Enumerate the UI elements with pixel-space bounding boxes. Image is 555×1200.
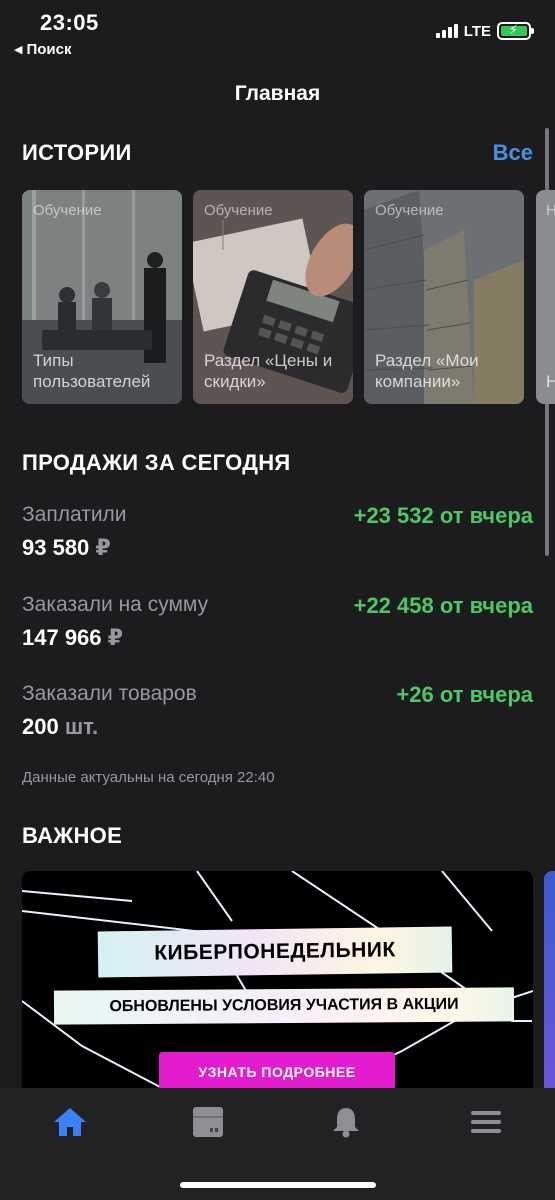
back-link-label: Поиск [26, 41, 72, 58]
charging-icon: ⚡ [509, 22, 519, 37]
currency-symbol: ₽ [95, 535, 111, 560]
metric-delta: +26 от вчера [396, 682, 533, 707]
status-time: 23:05 [40, 10, 99, 35]
home-indicator [180, 1182, 376, 1188]
metric-amount: 200 [22, 714, 59, 739]
metric-delta: +23 532 от вчера [353, 503, 533, 528]
story-tag: Н [546, 202, 555, 219]
story-caption: Раздел «Цены и скидки» [204, 351, 333, 391]
metric-delta: +22 458 от вчера [353, 593, 533, 618]
signal-icon [435, 24, 458, 38]
promo-banner[interactable]: КИБЕРПОНЕДЕЛЬНИК ОБНОВЛЕНЫ УСЛОВИЯ УЧАСТ… [22, 871, 533, 1088]
box-icon [193, 1107, 223, 1137]
story-tag: Обучение [375, 202, 444, 219]
metric-value: 147 966 ₽ [22, 625, 123, 651]
tab-home[interactable] [50, 1104, 90, 1140]
unit-label: шт. [64, 714, 99, 739]
learn-more-button[interactable]: УЗНАТЬ ПОДРОБНЕЕ [159, 1052, 395, 1088]
metric-value: 200 шт. [22, 714, 98, 740]
metric-amount: 93 580 [22, 535, 90, 560]
story-tag: Обучение [204, 202, 273, 219]
story-card[interactable]: Обучение Раздел «Цены и скидки» [193, 190, 353, 404]
important-heading: ВАЖНОЕ [22, 823, 123, 848]
tab-menu[interactable] [466, 1104, 506, 1140]
stories-carousel[interactable]: Обучение Типы пользователей Обучение Раз… [22, 190, 555, 404]
next-banner-peek[interactable] [544, 871, 555, 1088]
banner-subtitle: ОБНОВЛЕНЫ УСЛОВИЯ УЧАСТИЯ В АКЦИИ [53, 987, 515, 1025]
banner-title: КИБЕРПОНЕДЕЛЬНИК [97, 926, 453, 978]
story-card[interactable]: Н Н п [536, 190, 555, 404]
story-caption: Н п [546, 372, 555, 391]
metric-amount: 147 966 [22, 625, 102, 650]
status-indicators: LTE ⚡ [435, 22, 534, 40]
tab-notifications[interactable] [326, 1104, 366, 1140]
battery-icon: ⚡ [497, 22, 534, 40]
metric-label: Заказали на сумму [22, 593, 209, 616]
stories-all-link[interactable]: Все [493, 140, 533, 166]
network-type: LTE [463, 22, 491, 40]
story-caption: Раздел «Мои компании» [375, 351, 479, 391]
currency-symbol: ₽ [107, 625, 123, 650]
sales-heading: ПРОДАЖИ ЗА СЕГОДНЯ [22, 450, 291, 475]
bell-icon [333, 1108, 359, 1138]
metric-value: 93 580 ₽ [22, 535, 111, 561]
story-tag: Обучение [33, 202, 102, 219]
story-card[interactable]: Обучение Типы пользователей [22, 190, 182, 404]
page-title: Главная [234, 82, 321, 105]
story-caption: Типы пользователей [33, 351, 151, 391]
menu-icon [471, 1111, 501, 1133]
stories-heading: ИСТОРИИ [22, 140, 132, 165]
data-updated-note: Данные актуальны на сегодня 22:40 [22, 769, 275, 786]
status-bar: 23:05 ◀ Поиск LTE ⚡ [0, 0, 555, 64]
story-card[interactable]: Обучение Раздел «Мои компании» [364, 190, 524, 404]
home-icon [54, 1108, 86, 1136]
metric-label: Заплатили [22, 503, 127, 526]
tab-supplies[interactable] [188, 1104, 228, 1140]
back-arrow-icon: ◀ [14, 44, 23, 56]
metric-label: Заказали товаров [22, 682, 197, 705]
back-to-search-link[interactable]: ◀ Поиск [14, 41, 71, 58]
